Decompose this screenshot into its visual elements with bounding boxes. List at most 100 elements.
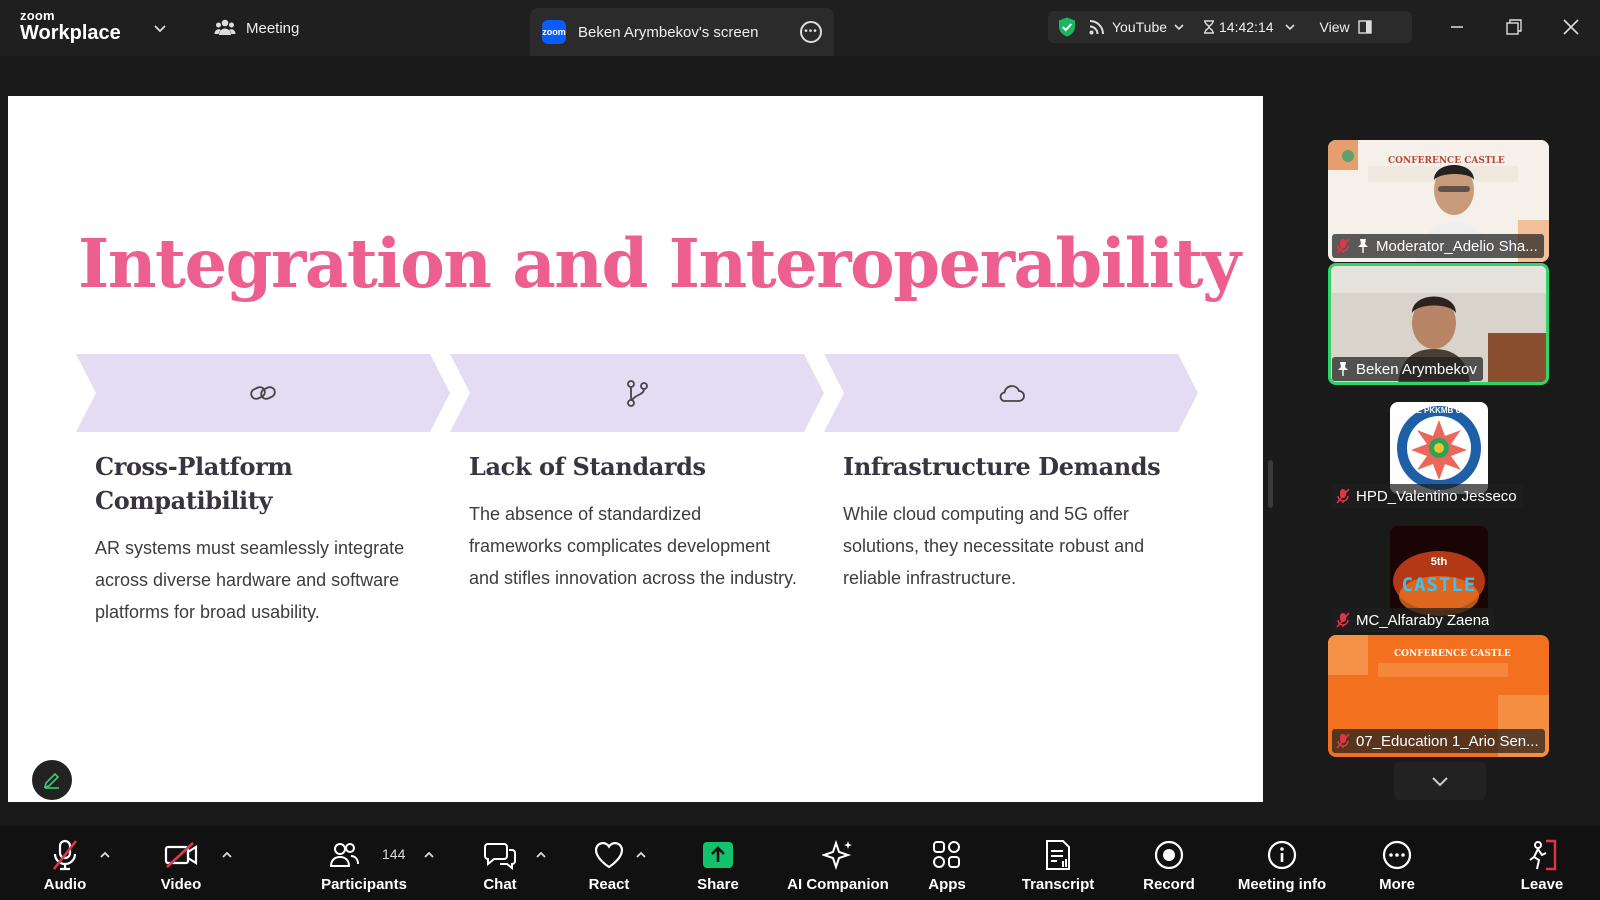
participant-tile-moderator[interactable]: CONFERENCE CASTLE Moderator_Adelio Sha..… [1328,140,1549,262]
minimize-icon[interactable] [1446,16,1468,38]
record-button[interactable]: Record [1143,826,1195,900]
chevron-banner-2 [450,354,824,432]
mic-muted-icon [1336,733,1350,749]
video-off-icon [164,842,198,868]
react-options-caret-icon[interactable] [634,848,648,862]
heart-icon [594,842,624,869]
participant-tile-beken[interactable]: Beken Arymbekov [1328,263,1549,385]
chevron-down-icon[interactable] [152,20,168,36]
audio-button[interactable]: Audio [40,826,90,900]
participants-button[interactable]: Participants [316,826,412,900]
castle-logo-icon [1390,526,1488,618]
chat-button[interactable]: Chat [478,826,522,900]
tab-shared-screen-label: Beken Arymbekov's screen [578,23,759,41]
chat-icon [484,843,516,870]
view-layout-icon [1357,20,1372,34]
title-bar: zoom Workplace Meeting zoom Beken Arymbe… [0,0,1600,56]
apps-button[interactable]: Apps [924,826,970,900]
chat-options-caret-icon[interactable] [534,848,548,862]
meeting-status-bar: YouTube 14:42:14 View [1048,11,1412,43]
participant-label: 07_Education 1_Ario Sen... [1332,729,1545,753]
close-icon[interactable] [1560,16,1582,38]
meeting-timer[interactable]: 14:42:14 [1203,19,1296,35]
restore-icon[interactable] [1503,16,1525,38]
zoom-workplace-logo: zoom Workplace [20,8,121,44]
apps-icon [933,841,960,868]
slide-title: Integration and Interoperability [78,224,1241,303]
card-body-2: The absence of standardized frameworks c… [469,504,797,588]
mic-muted-icon [1336,612,1350,628]
tab-meeting-label: Meeting [246,19,300,37]
mic-muted-icon [1336,488,1350,504]
live-stream-label: YouTube [1112,19,1168,35]
git-branch-icon [627,380,648,407]
shared-screen: Integration and Interoperability Cross-P… [8,96,1263,802]
chevron-banner-3 [824,354,1198,432]
tab-shared-screen[interactable]: zoom Beken Arymbekov's screen ••• [530,8,834,56]
more-button[interactable]: More [1374,826,1420,900]
card-body-1: AR systems must seamlessly integrate acr… [95,538,405,622]
pin-icon [1358,239,1368,253]
chevron-down-icon [1432,777,1448,787]
people-icon [214,19,236,35]
card-heading-1: Cross-Platform Compatibility [95,452,293,515]
record-icon [1154,840,1184,870]
audio-options-caret-icon[interactable] [98,848,112,862]
avatar-logo-text: TIPE PKKMB UNJ [1404,406,1472,415]
view-button[interactable]: View [1320,19,1372,35]
participant-label: MC_Alfaraby Zaena [1332,608,1496,632]
share-screen-icon [703,842,733,868]
share-button[interactable]: Share [694,826,742,900]
conference-banner-text: CONFERENCE CASTLE [1388,156,1505,166]
zoom-app-icon: zoom [542,20,566,44]
meeting-timer-value: 14:42:14 [1219,19,1274,35]
pin-icon [1338,362,1348,376]
organization-logo-icon [1397,406,1481,490]
leave-icon [1529,839,1557,871]
link-icon [250,386,276,400]
chevron-down-icon [1284,24,1295,31]
participant-tile-valentino[interactable]: TIPE PKKMB UNJ HPD_Valentino Jesseco [1328,388,1549,510]
hourglass-icon [1204,20,1215,34]
transcript-icon [1046,840,1070,870]
live-stream-indicator[interactable]: YouTube [1088,18,1185,36]
view-label: View [1319,19,1350,35]
participants-icon [329,843,359,867]
participants-count: 144 [382,846,406,862]
participant-tile-ario[interactable]: CONFERENCE CASTLE 07_Education 1_Ario Se… [1328,635,1549,757]
video-button[interactable]: Video [156,826,206,900]
participant-label: HPD_Valentino Jesseco [1332,484,1523,508]
participants-scroll-down-button[interactable] [1394,762,1486,800]
sparkle-icon [822,839,852,871]
panel-resize-handle[interactable] [1268,460,1273,508]
encryption-shield-icon[interactable] [1056,16,1078,38]
more-options-icon[interactable]: ••• [800,21,822,43]
participants-options-caret-icon[interactable] [422,848,436,862]
card-heading-2: Lack of Standards [469,452,706,481]
react-button[interactable]: React [584,826,634,900]
video-options-caret-icon[interactable] [220,848,234,862]
more-icon [1382,840,1412,870]
chevron-banner-1 [76,354,450,432]
leave-button[interactable]: Leave [1520,826,1564,900]
live-stream-icon [1089,20,1104,35]
avatar-logo-text: CASTLE [1401,574,1477,596]
chevron-down-icon [1174,24,1184,31]
cloud-icon [999,385,1025,402]
mic-muted-icon [52,839,78,871]
annotate-button[interactable] [32,760,72,800]
conference-banner-text: CONFERENCE CASTLE [1394,649,1511,659]
card-heading-3: Infrastructure Demands [843,452,1161,481]
avatar: TIPE PKKMB UNJ [1390,402,1488,494]
avatar-logo-subtext: 5th [1430,556,1448,568]
mic-muted-icon [1336,238,1350,254]
participant-tile-alfaraby[interactable]: 5th CASTLE MC_Alfaraby Zaena [1328,512,1549,634]
card-body-3: While cloud computing and 5G offer solut… [843,504,1145,588]
transcript-button[interactable]: Transcript [1022,826,1094,900]
meeting-info-button[interactable]: Meeting info [1236,826,1328,900]
avatar: 5th CASTLE [1390,526,1488,618]
ai-companion-button[interactable]: AI Companion [786,826,890,900]
tab-meeting[interactable]: Meeting [214,18,299,38]
meeting-toolbar: Audio Video Participants 144 Chat React … [0,826,1600,900]
info-icon [1267,840,1297,870]
